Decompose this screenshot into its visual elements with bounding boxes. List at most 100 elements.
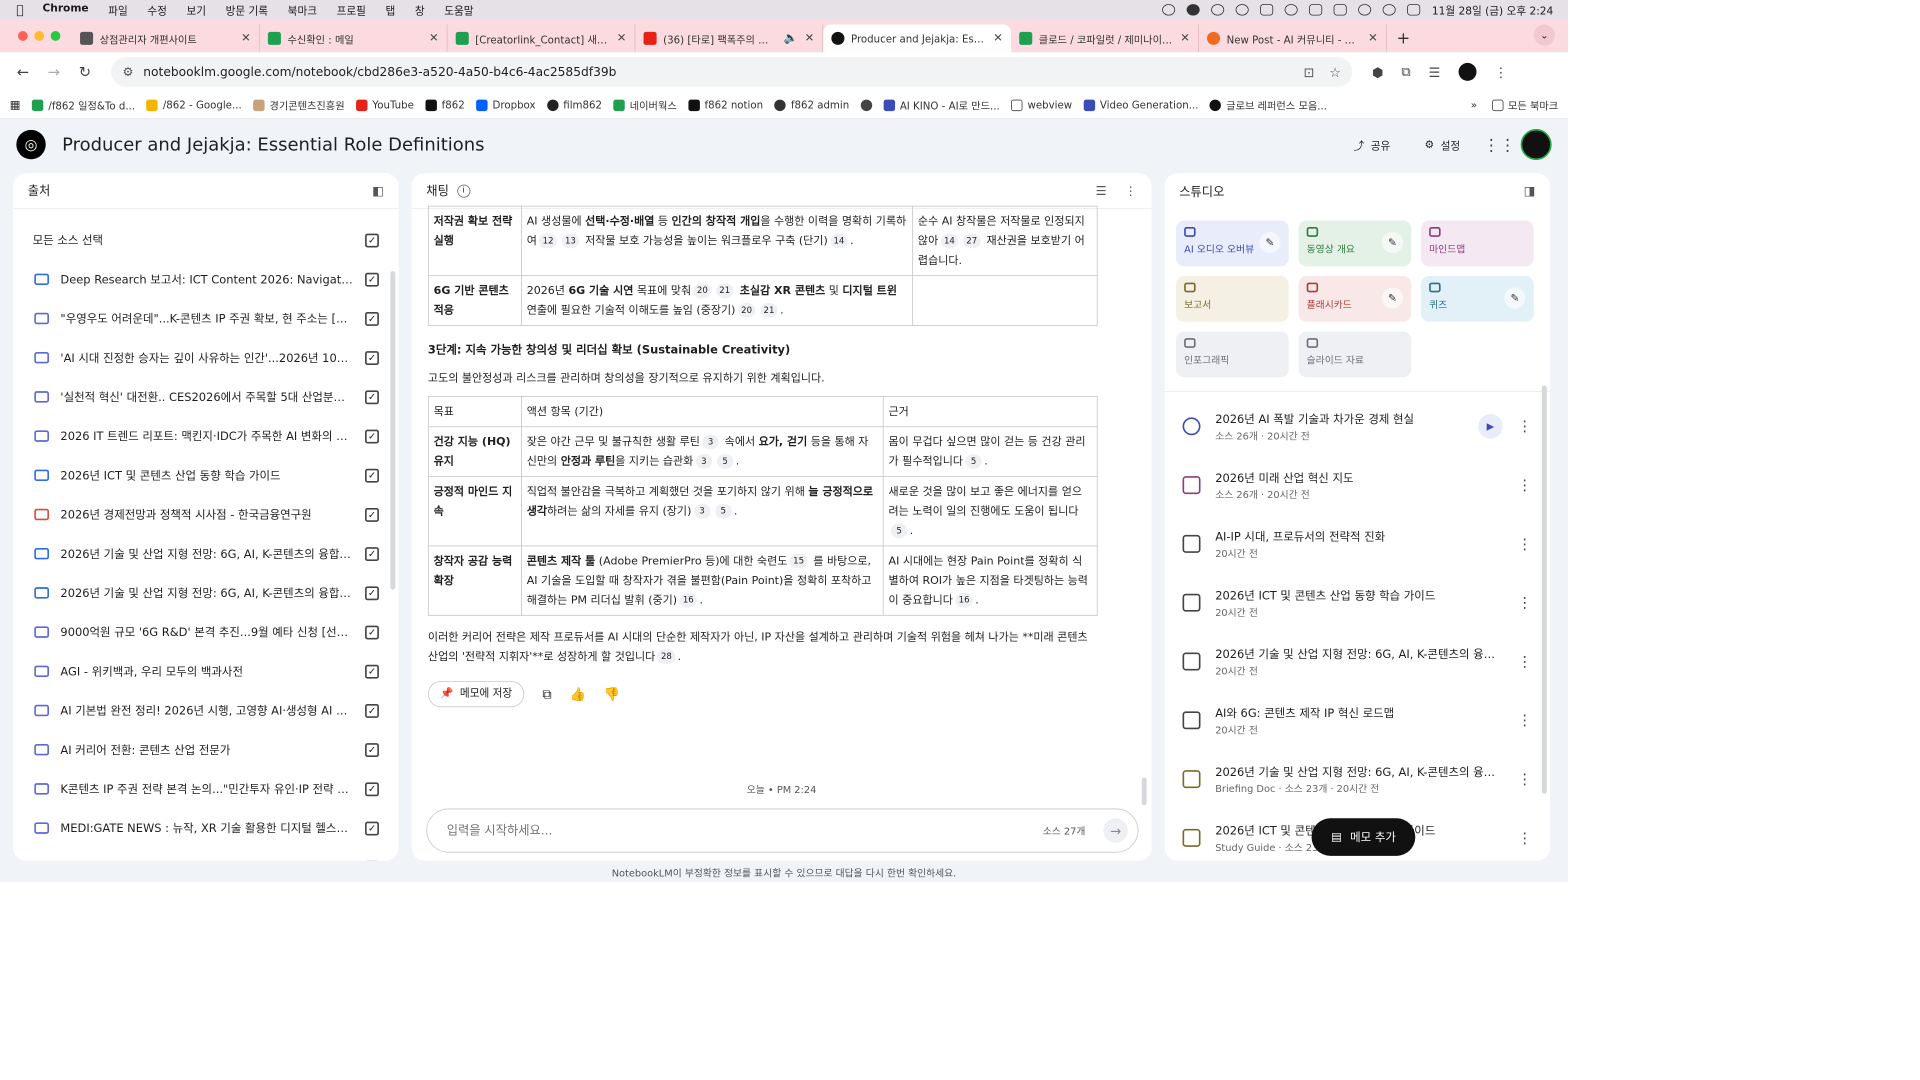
bookmark-item[interactable]: 네이버웍스 <box>613 97 677 113</box>
menu-bookmarks[interactable]: 북마크 <box>288 2 317 17</box>
studio-note[interactable]: AI와 6G: 콘텐츠 제작 IP 혁신 로드맵 20시간 전 ⋮ <box>1165 691 1550 750</box>
collapse-panel-icon[interactable]: ◨ <box>1524 184 1536 199</box>
menu-window[interactable]: 창 <box>415 2 425 17</box>
bookmark-item[interactable]: 경기콘텐츠진흥원 <box>253 97 345 113</box>
puzzle-extensions-icon[interactable]: ⧉ <box>1401 64 1410 80</box>
notion-icon[interactable] <box>1260 4 1274 16</box>
checkbox-checked-icon[interactable]: ✓ <box>365 272 379 287</box>
browser-tab-active[interactable]: Producer and Jejakja: Essential ✕ <box>823 24 1012 53</box>
reading-list-icon[interactable]: ☰ <box>1429 64 1441 80</box>
add-memo-button[interactable]: ▤ 메모 추가 <box>1311 818 1416 856</box>
bookmark-item[interactable]: Dropbox <box>476 99 536 111</box>
chat-scrollbar[interactable] <box>1141 777 1147 806</box>
notebooklm-logo[interactable]: ◎ <box>16 129 46 160</box>
source-item[interactable]: K콘텐츠 IP 주권 전략 본격 논의..."민간투자 유인·IP 전략 필요.… <box>13 769 398 808</box>
user-avatar[interactable] <box>1520 129 1552 161</box>
studio-note[interactable]: 2026년 기술 및 산업 지형 전망: 6G, AI, K-콘텐츠의 융합..… <box>1165 750 1550 809</box>
citation-chip[interactable]: 16 <box>955 592 973 608</box>
checkbox-checked-icon[interactable]: ✓ <box>365 546 379 561</box>
checkbox-checked-icon[interactable]: ✓ <box>365 233 379 248</box>
menu-history[interactable]: 방문 기록 <box>226 2 268 17</box>
citation-chip[interactable]: 5 <box>965 454 982 469</box>
bookmark-folder[interactable]: webview <box>1011 99 1072 111</box>
chat-more-icon[interactable]: ⋮ <box>1125 183 1137 198</box>
note-more-icon[interactable]: ⋮ <box>1517 535 1532 552</box>
close-window-button[interactable] <box>17 31 28 41</box>
studio-tile[interactable]: AI 오디오 오버뷰 ✎ <box>1176 220 1289 267</box>
pencil-icon[interactable]: ✎ <box>1504 287 1526 309</box>
menu-edit[interactable]: 수정 <box>147 2 167 17</box>
browser-tab[interactable]: 클로드 / 코파일럿 / 제미나이 | 커뮤 ✕ <box>1011 24 1199 53</box>
back-arrow-icon[interactable]: ← <box>10 59 36 85</box>
source-item[interactable]: AGI - 위키백과, 우리 모두의 백과사전 ✓ <box>13 652 398 691</box>
input-method-icon[interactable] <box>1309 4 1323 16</box>
status-icon-2[interactable] <box>1211 4 1225 16</box>
bookmark-item[interactable] <box>860 99 873 111</box>
install-app-icon[interactable]: ⊡ <box>1304 64 1315 80</box>
studio-tile[interactable]: 인포그래픽 <box>1176 331 1289 378</box>
checkbox-checked-icon[interactable]: ✓ <box>365 311 379 326</box>
menu-help[interactable]: 도움말 <box>444 2 473 17</box>
citation-chip[interactable]: 21 <box>760 302 778 318</box>
notebook-title[interactable]: Producer and Jejakja: Essential Role Def… <box>62 134 484 154</box>
studio-note[interactable]: 2026년 기술 및 산업 지형 전망: 6G, AI, K-콘텐츠의 융합..… <box>1165 632 1550 691</box>
new-tab-button[interactable]: + <box>1387 28 1420 53</box>
checkbox-checked-icon[interactable]: ✓ <box>365 703 379 718</box>
note-more-icon[interactable]: ⋮ <box>1517 712 1532 729</box>
citation-chip[interactable]: 3 <box>702 434 719 450</box>
source-item[interactable]: AI 커리어 전환: 콘텐츠 산업 전문가 ✓ <box>13 730 398 769</box>
source-item[interactable]: "우영우도 어려운데"...K-콘텐츠 IP 주권 확보, 현 주소는 [현장.… <box>13 299 398 338</box>
collapse-panel-icon[interactable]: ◧ <box>372 183 384 198</box>
source-item[interactable]: MEDI:GATE NEWS : 뉴작, XR 기술 활용한 디지털 헬스케어 … <box>13 809 398 848</box>
all-bookmarks-folder[interactable]: 모든 북마크 <box>1491 97 1558 113</box>
source-item[interactable]: 'AI 시대 진정한 승자는 깊이 사유하는 인간'...2026년 10대 트… <box>13 338 398 377</box>
save-to-memo-button[interactable]: 📌 메모에 저장 <box>427 681 525 708</box>
tab-close-icon[interactable]: ✕ <box>429 32 439 45</box>
pencil-icon[interactable]: ✎ <box>1381 287 1404 309</box>
studio-tile[interactable]: 퀴즈 ✎ <box>1421 276 1534 322</box>
menu-profile[interactable]: 프로필 <box>337 2 366 17</box>
source-item[interactable]: PowerPoint 프레젠테이션 - 2026 AI·ICT 산업·기술전망 … <box>13 848 398 861</box>
tab-search-icon[interactable]: ⌄ <box>1533 24 1555 46</box>
chrome-menu-icon[interactable]: ⋮ <box>1494 64 1507 80</box>
apps-grid-icon[interactable]: ▦ <box>10 98 21 111</box>
checkbox-checked-icon[interactable]: ✓ <box>365 664 379 679</box>
source-item[interactable]: 2026년 ICT 및 콘텐츠 산업 동향 학습 가이드 ✓ <box>13 456 398 495</box>
bookmark-item[interactable]: f862 notion <box>688 99 763 111</box>
studio-tile[interactable]: 플래시카드 ✎ <box>1298 276 1412 322</box>
citation-chip[interactable]: 5 <box>890 523 908 539</box>
google-apps-icon[interactable]: ⋮⋮⋮ <box>1483 135 1532 155</box>
bookmark-item[interactable]: AI KINO - AI로 만드... <box>883 97 1000 113</box>
bookmark-item[interactable]: Video Generation... <box>1083 99 1198 111</box>
profile-avatar[interactable] <box>1458 62 1477 81</box>
menu-tab[interactable]: 탭 <box>386 2 396 17</box>
select-all-sources[interactable]: 모든 소스 선택 ✓ <box>13 221 398 260</box>
pencil-icon[interactable]: ✎ <box>1259 231 1281 254</box>
zoom-icon[interactable] <box>1186 4 1200 16</box>
bookmark-item[interactable]: f862 <box>425 99 465 111</box>
address-bar[interactable]: ⚙ notebooklm.google.com/notebook/cbd286e… <box>111 57 1353 87</box>
menu-view[interactable]: 보기 <box>186 2 206 17</box>
zoom-window-button[interactable] <box>50 31 61 41</box>
tab-mute-icon[interactable]: 🔈 <box>784 32 798 45</box>
citation-chip[interactable]: 21 <box>715 283 734 299</box>
bookmark-item[interactable]: film862 <box>546 99 602 111</box>
studio-note[interactable]: 2026년 미래 산업 혁신 지도 소스 26개 · 20시간 전 ⋮ <box>1165 456 1550 515</box>
note-more-icon[interactable]: ⋮ <box>1517 771 1532 788</box>
browser-tab[interactable]: 상점관리자 개편사이트 ✕ <box>72 24 260 53</box>
reload-icon[interactable]: ↻ <box>72 59 98 85</box>
pencil-icon[interactable]: ✎ <box>1381 231 1404 254</box>
note-more-icon[interactable]: ⋮ <box>1517 477 1532 494</box>
settings-button[interactable]: ⚙ 설정 <box>1413 130 1471 159</box>
studio-tile[interactable]: 동영상 개요 ✎ <box>1298 220 1412 267</box>
checkbox-checked-icon[interactable]: ✓ <box>365 507 379 522</box>
tab-close-icon[interactable]: ✕ <box>617 32 627 45</box>
browser-tab[interactable]: New Post - AI 커뮤니티 - 지피터스 ✕ <box>1199 24 1387 53</box>
studio-tile[interactable]: 마인드맵 <box>1421 220 1534 267</box>
control-center-icon[interactable] <box>1407 4 1421 16</box>
tab-close-icon[interactable]: ✕ <box>241 32 251 45</box>
info-icon[interactable]: i <box>457 184 471 198</box>
source-item[interactable]: 2026년 기술 및 산업 지형 전망: 6G, AI, K-콘텐츠의 융합과 … <box>13 534 398 573</box>
apple-icon[interactable]:  <box>16 2 31 17</box>
chat-options-icon[interactable]: ☰ <box>1096 183 1107 198</box>
